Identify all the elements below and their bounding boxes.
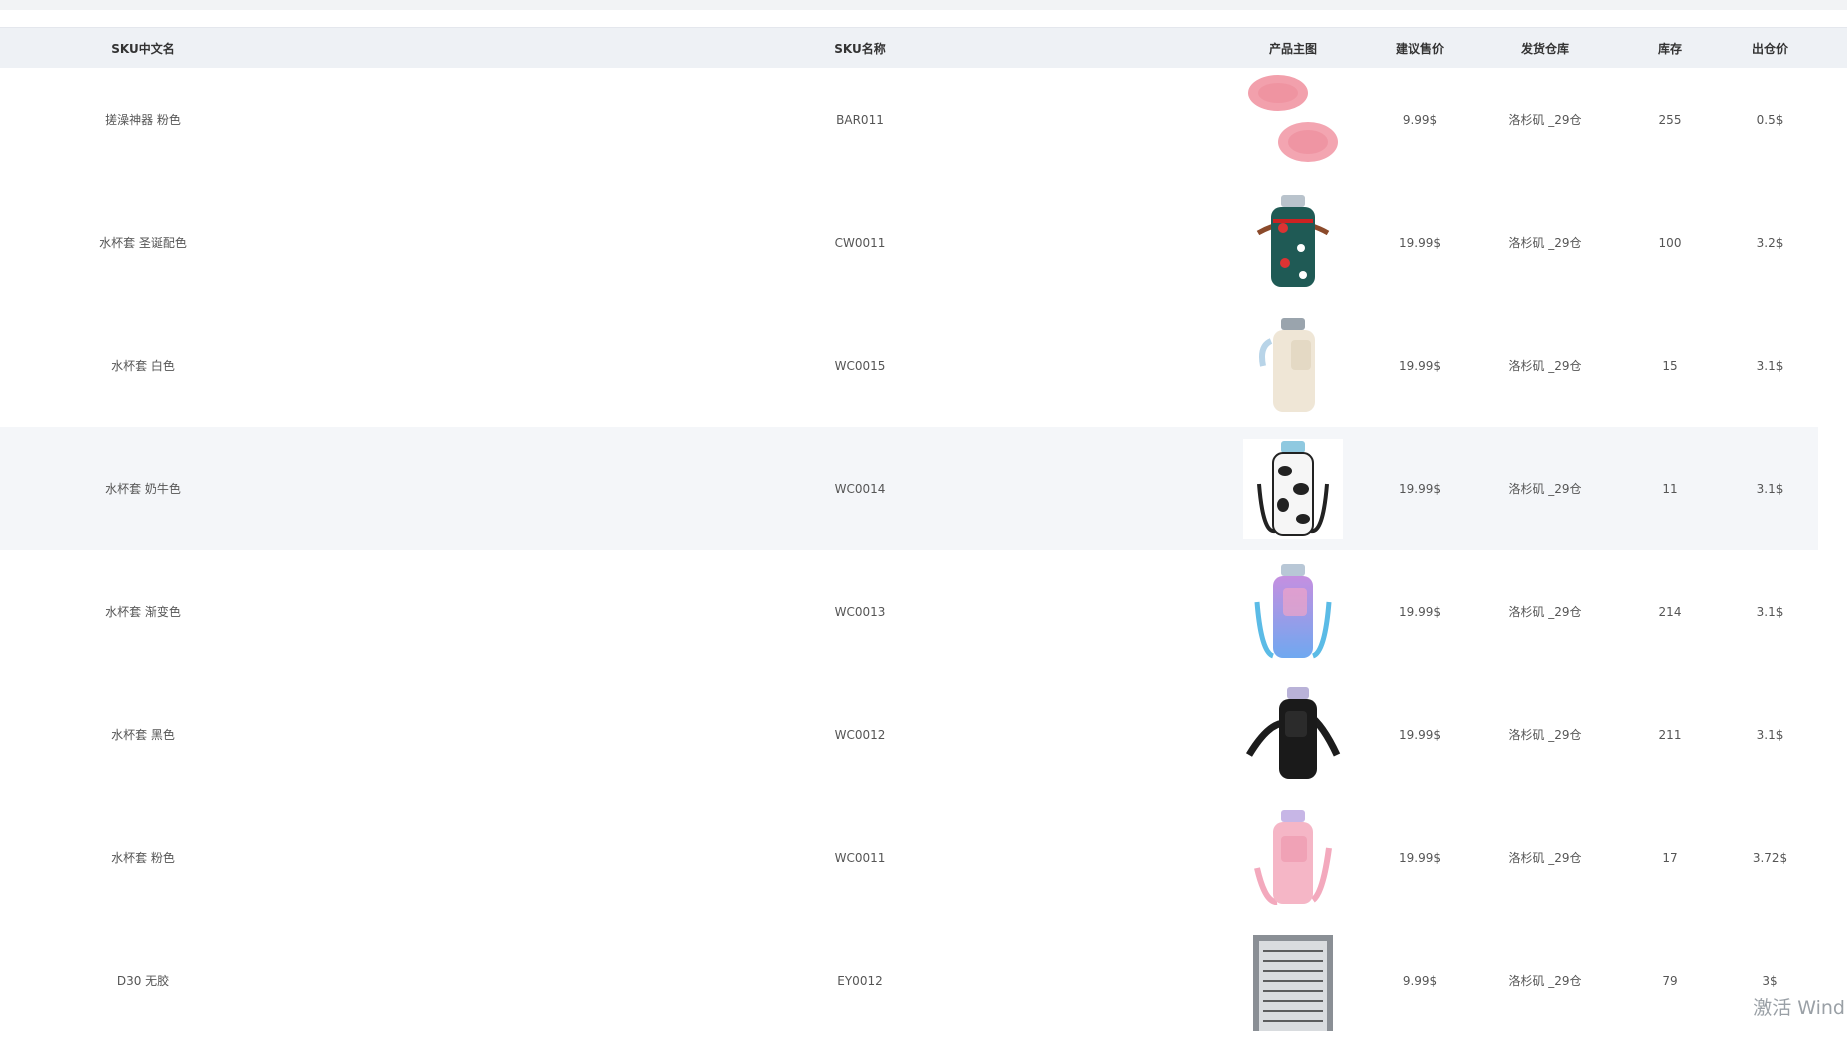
gradient-cup-sleeve-image[interactable] xyxy=(1243,562,1343,662)
activation-watermark: 激活 Wind xyxy=(1753,993,1845,1020)
cn-name-cell: 水杯套 渐变色 xyxy=(30,550,256,673)
sku-cell: EY0012 xyxy=(760,919,960,1042)
product-image-cell[interactable] xyxy=(1233,919,1353,1042)
warehouse-cell: 洛杉矶 _29仓 xyxy=(1490,181,1600,304)
sku-cell: WC0012 xyxy=(760,673,960,796)
warehouse-cell: 洛杉矶 _29仓 xyxy=(1490,796,1600,919)
white-cup-sleeve-image[interactable] xyxy=(1243,316,1343,416)
out-price-cell: 0.5$ xyxy=(1720,58,1820,181)
sku-cell: CW0011 xyxy=(760,181,960,304)
cn-name-cell: 搓澡神器 粉色 xyxy=(30,58,256,181)
cn-name-cell: 水杯套 白色 xyxy=(30,304,256,427)
warehouse-cell: 洛杉矶 _29仓 xyxy=(1490,304,1600,427)
stock-cell: 79 xyxy=(1620,919,1720,1042)
cn-name-cell: D30 无胶 xyxy=(30,919,256,1042)
warehouse-cell: 洛杉矶 _29仓 xyxy=(1490,919,1600,1042)
out-price-cell: 3.1$ xyxy=(1720,673,1820,796)
price-cell: 19.99$ xyxy=(1370,304,1470,427)
table-row[interactable]: 水杯套 渐变色 WC0013 19.99$ 洛杉矶 _29仓 214 3.1$ xyxy=(0,550,1847,673)
stock-cell: 255 xyxy=(1620,58,1720,181)
out-price-cell: 3.2$ xyxy=(1720,181,1820,304)
warehouse-cell: 洛杉矶 _29仓 xyxy=(1490,58,1600,181)
cn-name-cell: 水杯套 奶牛色 xyxy=(30,427,256,550)
cn-name-cell: 水杯套 圣诞配色 xyxy=(30,181,256,304)
pink-bath-scrubber-image[interactable] xyxy=(1243,70,1343,170)
price-cell: 19.99$ xyxy=(1370,796,1470,919)
stock-cell: 17 xyxy=(1620,796,1720,919)
sku-cell: WC0011 xyxy=(760,796,960,919)
sku-cell: BAR011 xyxy=(760,58,960,181)
table-row[interactable]: 水杯套 粉色 WC0011 19.99$ 洛杉矶 _29仓 17 3.72$ xyxy=(0,796,1847,919)
table-row[interactable]: 水杯套 圣诞配色 CW0011 19.99$ 洛杉矶 _29仓 100 3.2$ xyxy=(0,181,1847,304)
product-image-cell[interactable] xyxy=(1233,58,1353,181)
table-row[interactable]: 水杯套 白色 WC0015 19.99$ 洛杉矶 _29仓 15 3.1$ xyxy=(0,304,1847,427)
stock-cell: 11 xyxy=(1620,427,1720,550)
sku-cell: WC0015 xyxy=(760,304,960,427)
stock-cell: 211 xyxy=(1620,673,1720,796)
cn-name-cell: 水杯套 黑色 xyxy=(30,673,256,796)
price-cell: 19.99$ xyxy=(1370,181,1470,304)
cow-print-cup-sleeve-image[interactable] xyxy=(1243,439,1343,539)
price-cell: 9.99$ xyxy=(1370,58,1470,181)
price-cell: 19.99$ xyxy=(1370,673,1470,796)
table-row[interactable]: 水杯套 奶牛色 WC0014 19.99$ 洛杉矶 _29仓 11 3.1$ xyxy=(0,427,1818,550)
product-image-cell[interactable] xyxy=(1233,796,1353,919)
stock-cell: 100 xyxy=(1620,181,1720,304)
warehouse-cell: 洛杉矶 _29仓 xyxy=(1490,427,1600,550)
product-image-cell[interactable] xyxy=(1233,673,1353,796)
top-bar xyxy=(0,0,1847,10)
stock-cell: 214 xyxy=(1620,550,1720,673)
table-row[interactable]: 水杯套 黑色 WC0012 19.99$ 洛杉矶 _29仓 211 3.1$ xyxy=(0,673,1847,796)
cn-name-cell: 水杯套 粉色 xyxy=(30,796,256,919)
product-image-cell[interactable] xyxy=(1233,304,1353,427)
warehouse-cell: 洛杉矶 _29仓 xyxy=(1490,673,1600,796)
table-row[interactable]: 搓澡神器 粉色 BAR011 9.99$ 洛杉矶 _29仓 255 0.5$ xyxy=(0,58,1847,181)
out-price-cell: 3.1$ xyxy=(1720,427,1820,550)
sku-cell: WC0013 xyxy=(760,550,960,673)
pink-cup-sleeve-image[interactable] xyxy=(1243,808,1343,908)
product-image-cell[interactable] xyxy=(1233,181,1353,304)
table-row[interactable]: D30 无胶 EY0012 9.99$ 洛杉矶 _29仓 79 3$ xyxy=(0,919,1847,1042)
product-image-cell[interactable] xyxy=(1233,550,1353,673)
warehouse-cell: 洛杉矶 _29仓 xyxy=(1490,550,1600,673)
stock-cell: 15 xyxy=(1620,304,1720,427)
sku-cell: WC0014 xyxy=(760,427,960,550)
product-image-cell[interactable] xyxy=(1233,427,1353,550)
eyelash-tray-image[interactable] xyxy=(1243,931,1343,1031)
out-price-cell: 3$ xyxy=(1720,919,1820,1042)
christmas-cup-sleeve-image[interactable] xyxy=(1243,193,1343,293)
out-price-cell: 3.72$ xyxy=(1720,796,1820,919)
black-cup-sleeve-image[interactable] xyxy=(1243,685,1343,785)
price-cell: 19.99$ xyxy=(1370,550,1470,673)
out-price-cell: 3.1$ xyxy=(1720,304,1820,427)
price-cell: 19.99$ xyxy=(1370,427,1470,550)
out-price-cell: 3.1$ xyxy=(1720,550,1820,673)
price-cell: 9.99$ xyxy=(1370,919,1470,1042)
